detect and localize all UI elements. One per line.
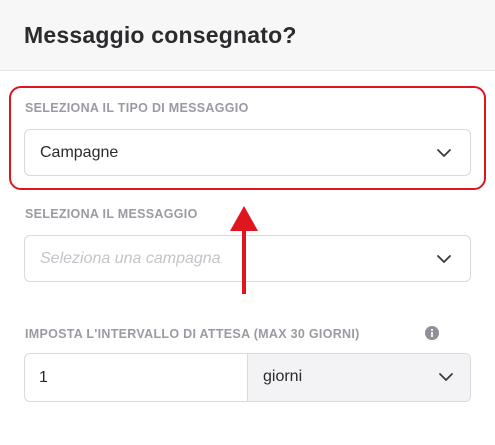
message-placeholder: Seleziona una campagna	[40, 250, 221, 267]
interval-field-group: giorni	[24, 353, 471, 402]
header: Messaggio consegnato?	[0, 0, 495, 71]
page: Messaggio consegnato? SELEZIONA IL TIPO …	[0, 0, 495, 445]
chevron-down-icon	[437, 255, 451, 263]
arrow-up-icon	[230, 206, 258, 294]
interval-unit-select[interactable]: giorni	[247, 354, 470, 401]
message-label: SELEZIONA IL MESSAGGIO	[25, 207, 198, 221]
chevron-down-icon	[439, 373, 453, 381]
interval-value-input[interactable]	[25, 354, 247, 401]
info-icon[interactable]	[425, 326, 439, 340]
interval-label: IMPOSTA L'INTERVALLO DI ATTESA (MAX 30 G…	[25, 327, 360, 341]
page-title: Messaggio consegnato?	[24, 22, 297, 48]
interval-unit-value: giorni	[263, 368, 303, 385]
highlight-annotation	[9, 86, 486, 190]
